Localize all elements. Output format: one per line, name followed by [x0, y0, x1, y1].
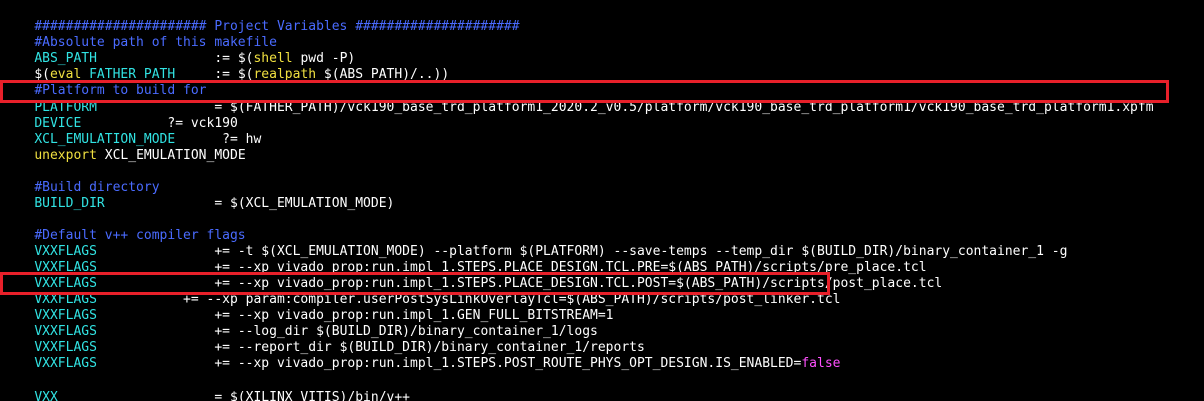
vxxflags-line: VXXFLAGS += --report_dir $(BUILD_DIR)/bi…	[3, 324, 645, 355]
abs-path-line: ABS_PATH := $(shell pwd -P)	[3, 35, 355, 66]
comment-line: #Default v++ compiler flags	[3, 212, 245, 243]
keyword-unexport: unexport	[34, 148, 97, 163]
platform-line: PLATFORM = $(FATHER_PATH)/vck190_base_tr…	[3, 84, 1153, 115]
boolean-value: false	[801, 356, 841, 371]
build-dir-line: BUILD_DIR = $(XCL_EMULATION_MODE)	[3, 180, 394, 211]
value-text: += --xp vivado_prop:run.impl_1.STEPS.POS…	[96, 356, 802, 371]
comment-line: #Platform to build for	[3, 67, 206, 98]
value-text: = $(FATHER_PATH)/vck190_base_trd_platfor…	[96, 100, 1154, 115]
keyword-realpath: realpath	[253, 67, 317, 82]
unexport-line: unexport XCL_EMULATION_MODE	[3, 132, 245, 163]
father-path-line: $(eval FATHER_PATH := $(realpath $(ABS_P…	[3, 51, 449, 82]
comment-line: #Build directory	[3, 164, 159, 195]
vxxflags-line: VXXFLAGS += --xp vivado_prop:run.impl_1.…	[3, 340, 840, 371]
vxxflags-line: VXXFLAGS += --xp vivado_prop:run.impl_1.…	[3, 244, 926, 275]
variable-name: VXX	[34, 390, 58, 401]
vxxflags-line: VXXFLAGS += --xp param:compiler.userPost…	[3, 276, 840, 307]
vxxflags-line: VXXFLAGS += -t $(XCL_EMULATION_MODE) --p…	[3, 228, 1067, 259]
emulation-mode-line: XCL_EMULATION_MODE ?= hw	[3, 116, 261, 147]
vxxflags-line: VXXFLAGS += --log_dir $(BUILD_DIR)/binar…	[3, 308, 598, 339]
vxx-line: VXX = $(XILINX_VITIS)/bin/v++	[3, 374, 410, 401]
value-text: = $(XCL_EMULATION_MODE)	[104, 196, 395, 211]
value-text: $(ABS_PATH)/..))	[316, 67, 450, 82]
vxxflags-line: VXXFLAGS += --xp vivado_prop:run.impl_1.…	[3, 292, 613, 323]
variable-name: VXXFLAGS	[34, 356, 97, 371]
variable-name: BUILD_DIR	[34, 196, 105, 211]
device-line: DEVICE ?= vck190	[3, 100, 238, 131]
comment-line: #Absolute path of this makefile	[3, 19, 277, 50]
vxxflags-line: VXXFLAGS += --xp vivado_prop:run.impl_1.…	[3, 260, 942, 291]
value-text: XCL_EMULATION_MODE	[96, 148, 246, 163]
value-text: = $(XILINX_VITIS)/bin/v++	[57, 390, 410, 401]
section-header-comment: ###################### Project Variables…	[3, 3, 519, 34]
terminal-editor[interactable]: ###################### Project Variables…	[0, 0, 1204, 401]
